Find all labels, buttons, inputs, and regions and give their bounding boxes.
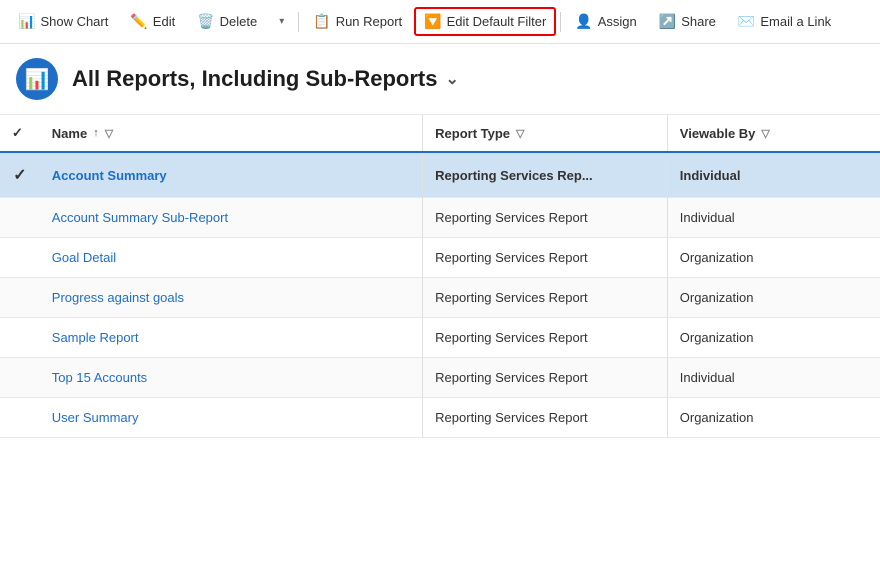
- row-viewable-by-cell: Individual: [667, 198, 880, 238]
- row-viewable-by-cell: Individual: [667, 358, 880, 398]
- name-filter-icon[interactable]: ▽: [105, 127, 113, 140]
- viewable-by-column-header: Viewable By ▽: [667, 115, 880, 152]
- row-name-cell: Account Summary: [40, 152, 423, 198]
- row-viewable-by-cell: Organization: [667, 398, 880, 438]
- run-report-icon: 📋: [313, 13, 330, 30]
- report-name-link[interactable]: Sample Report: [52, 330, 139, 345]
- row-viewable-by-cell: Organization: [667, 238, 880, 278]
- row-name-cell: User Summary: [40, 398, 423, 438]
- row-name-cell: Sample Report: [40, 318, 423, 358]
- row-report-type-cell: Reporting Services Report: [423, 398, 668, 438]
- chevron-down-icon: ▾: [279, 16, 284, 27]
- sort-icon[interactable]: ↑: [93, 127, 99, 139]
- row-report-type-cell: Reporting Services Report: [423, 238, 668, 278]
- table-row[interactable]: Goal Detail Reporting Services ReportOrga…: [0, 238, 880, 278]
- table-row[interactable]: Account Summary Sub-Report Reporting Serv…: [0, 198, 880, 238]
- header-icon: 📊: [16, 58, 58, 100]
- report-type-column-header: Report Type ▽: [423, 115, 668, 152]
- table-row[interactable]: Progress against goals Reporting Services…: [0, 278, 880, 318]
- row-name-cell: Account Summary Sub-Report: [40, 198, 423, 238]
- edit-button[interactable]: ✏️ Edit: [120, 7, 185, 36]
- page-title: All Reports, Including Sub-Reports ⌄: [72, 66, 459, 92]
- report-name-link[interactable]: User Summary: [52, 410, 139, 425]
- share-button[interactable]: ↗️ Share: [649, 7, 726, 36]
- row-check-cell[interactable]: [0, 278, 40, 318]
- viewable-by-filter-icon[interactable]: ▽: [761, 127, 769, 140]
- row-name-cell: Progress against goals: [40, 278, 423, 318]
- chevron-down-icon[interactable]: ⌄: [445, 69, 458, 89]
- toolbar: 📊 Show Chart ✏️ Edit 🗑️ Delete ▾ 📋 Run R…: [0, 0, 880, 44]
- assign-button[interactable]: 👤 Assign: [565, 7, 646, 36]
- report-name-link[interactable]: Account Summary Sub-Report: [52, 210, 228, 225]
- row-check-cell[interactable]: [0, 358, 40, 398]
- row-report-type-cell: Reporting Services Report: [423, 318, 668, 358]
- report-name-link[interactable]: Top 15 Accounts: [52, 370, 147, 385]
- row-check-cell[interactable]: [0, 238, 40, 278]
- reports-table: ✓ Name ↑ ▽ Report Type ▽: [0, 115, 880, 438]
- row-report-type-cell: Reporting Services Report: [423, 278, 668, 318]
- delete-button[interactable]: 🗑️ Delete: [187, 7, 267, 36]
- check-mark: ✓: [13, 167, 26, 184]
- chart-icon: 📊: [18, 13, 35, 30]
- assign-icon: 👤: [575, 13, 592, 30]
- table-row[interactable]: ✓ Account Summary Reporting Services Rep..…: [0, 152, 880, 198]
- row-viewable-by-cell: Organization: [667, 318, 880, 358]
- table-header-row: ✓ Name ↑ ▽ Report Type ▽: [0, 115, 880, 152]
- table-row[interactable]: Top 15 Accounts Reporting Services Report…: [0, 358, 880, 398]
- email-link-button[interactable]: ✉️ Email a Link: [728, 7, 841, 36]
- reports-table-container: ✓ Name ↑ ▽ Report Type ▽: [0, 115, 880, 564]
- toolbar-divider-2: [560, 12, 561, 32]
- row-check-cell[interactable]: [0, 398, 40, 438]
- delete-icon: 🗑️: [197, 13, 214, 30]
- email-icon: ✉️: [738, 13, 755, 30]
- run-report-button[interactable]: 📋 Run Report: [303, 7, 412, 36]
- report-name-link[interactable]: Account Summary: [52, 168, 167, 183]
- row-report-type-cell: Reporting Services Report: [423, 358, 668, 398]
- page-header: 📊 All Reports, Including Sub-Reports ⌄: [0, 44, 880, 115]
- row-viewable-by-cell: Organization: [667, 278, 880, 318]
- row-report-type-cell: Reporting Services Rep...: [423, 152, 668, 198]
- row-viewable-by-cell: Individual: [667, 152, 880, 198]
- more-dropdown-button[interactable]: ▾: [269, 10, 294, 33]
- report-type-filter-icon[interactable]: ▽: [516, 127, 524, 140]
- report-name-link[interactable]: Progress against goals: [52, 290, 184, 305]
- row-check-cell[interactable]: [0, 318, 40, 358]
- check-column-header: ✓: [0, 115, 40, 152]
- row-name-cell: Goal Detail: [40, 238, 423, 278]
- row-check-cell[interactable]: [0, 198, 40, 238]
- share-icon: ↗️: [659, 13, 676, 30]
- show-chart-button[interactable]: 📊 Show Chart: [8, 7, 118, 36]
- toolbar-divider: [298, 12, 299, 32]
- name-column-header: Name ↑ ▽: [40, 115, 423, 152]
- table-row[interactable]: User Summary Reporting Services ReportOrg…: [0, 398, 880, 438]
- table-body: ✓ Account Summary Reporting Services Rep..…: [0, 152, 880, 438]
- edit-default-filter-button[interactable]: 🔽 Edit Default Filter: [414, 7, 556, 36]
- row-name-cell: Top 15 Accounts: [40, 358, 423, 398]
- edit-icon: ✏️: [130, 13, 147, 30]
- table-row[interactable]: Sample Report Reporting Services ReportOr…: [0, 318, 880, 358]
- row-check-cell[interactable]: ✓: [0, 152, 40, 198]
- report-name-link[interactable]: Goal Detail: [52, 250, 116, 265]
- row-report-type-cell: Reporting Services Report: [423, 198, 668, 238]
- filter-icon: 🔽: [424, 13, 441, 30]
